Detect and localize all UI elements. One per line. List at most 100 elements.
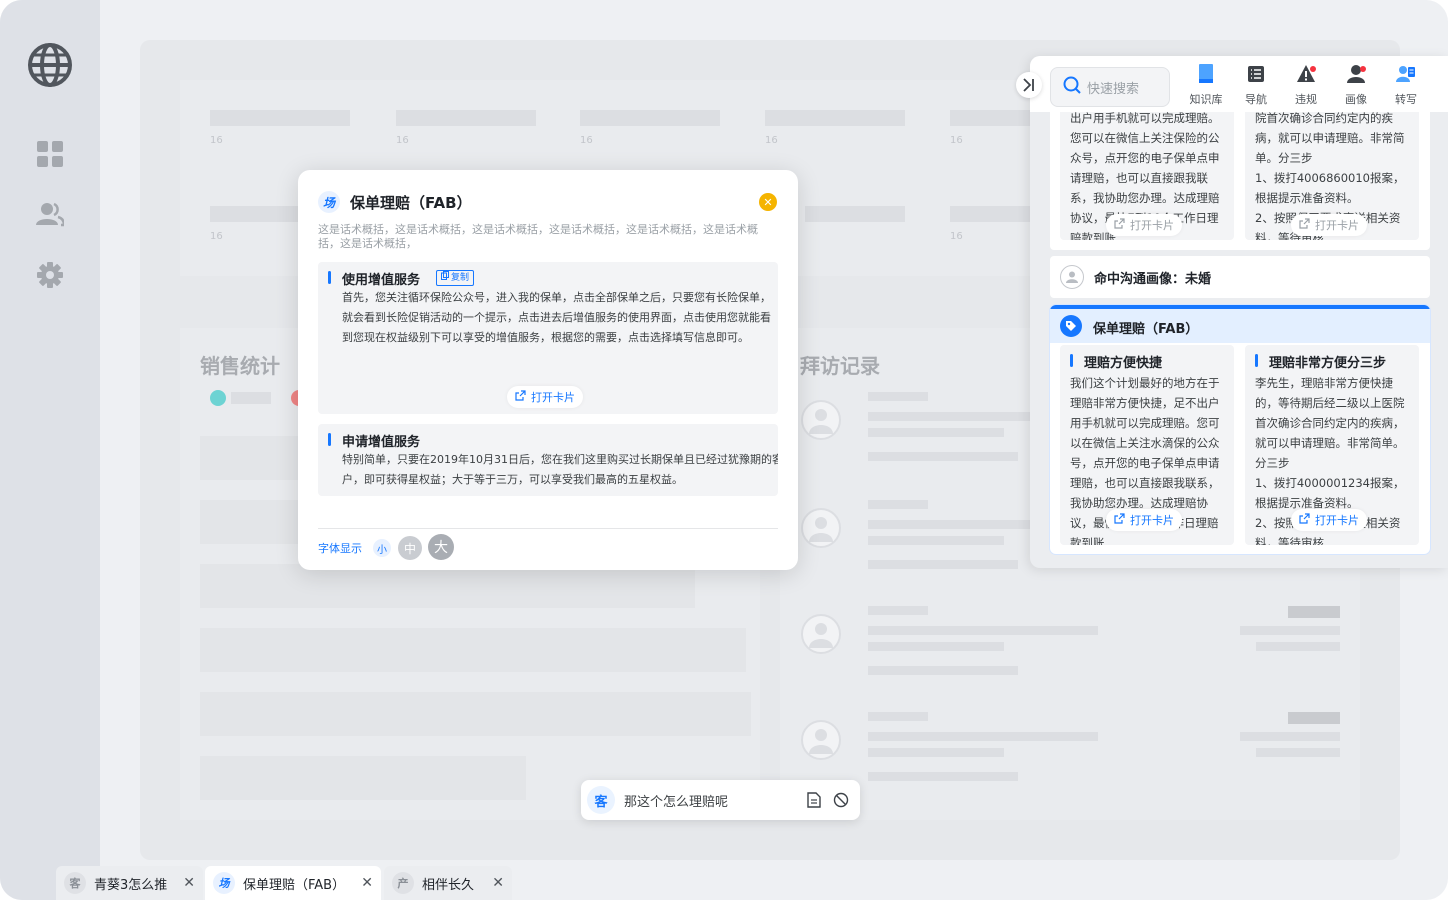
avatar-placeholder <box>801 508 841 548</box>
text-placeholder <box>1240 732 1340 741</box>
scene-badge-icon: 场 <box>213 872 235 894</box>
customer-message-bubble: 客 那这个怎么理赔呢 <box>581 780 860 820</box>
bar-placeholder <box>200 692 751 736</box>
text-placeholder <box>868 666 1018 675</box>
visit-records-title: 拜访记录 <box>800 354 880 378</box>
tag-icon <box>1060 315 1082 337</box>
tool-navigation[interactable]: 导航 <box>1231 64 1281 107</box>
tool-transcribe[interactable]: 转写 <box>1381 64 1431 107</box>
close-icon[interactable]: ✕ <box>492 875 504 891</box>
point-accent-bar <box>1255 354 1258 367</box>
open-card-button[interactable]: 打开卡片 <box>1106 509 1182 531</box>
stat-placeholder <box>950 110 1030 126</box>
text-placeholder <box>868 642 1004 651</box>
text-placeholder <box>868 428 1004 437</box>
stat-value: 16 <box>950 231 963 242</box>
text-placeholder <box>868 606 928 615</box>
point-text: 首先，您关注循环保险公众号，进入我的保单，点击全部保单之后，只要您有长险保单，就… <box>342 291 771 344</box>
script-mini-card: 理赔方便快捷 我们这个计划最好的地方在于理赔非常方便快捷，足不出户用手机就可以完… <box>1060 345 1234 545</box>
close-icon[interactable]: ✕ <box>183 875 195 891</box>
tool-label: 知识库 <box>1189 93 1223 106</box>
stat-placeholder <box>580 110 720 126</box>
text-placeholder <box>1240 626 1340 635</box>
script-point-card: 使用增值服务 复制 首先，您关注循环保险公众号，进入我的保单，点击全部保单之后，… <box>318 262 778 414</box>
tool-label: 画像 <box>1345 93 1367 106</box>
tool-label: 导航 <box>1245 93 1267 106</box>
stat-placeholder <box>396 110 536 126</box>
tool-label: 转写 <box>1395 93 1417 106</box>
script-mini-card: 院首次确诊合同约定内的疾病，就可以申请理赔。非常简单。分三步 1、拨打40068… <box>1245 106 1419 240</box>
person-icon <box>1060 265 1084 289</box>
tool-knowledge-base[interactable]: 知识库 <box>1181 64 1231 107</box>
text-placeholder <box>868 748 1004 757</box>
open-card-label: 打开卡片 <box>1315 514 1359 527</box>
stat-placeholder <box>210 206 310 222</box>
users-icon[interactable] <box>0 201 100 227</box>
settings-gear-icon[interactable] <box>0 262 100 288</box>
open-card-icon <box>1114 513 1125 527</box>
list-icon <box>1247 64 1265 87</box>
close-icon[interactable]: ✕ <box>759 193 777 211</box>
bottom-tab[interactable]: 产 相伴长久 ✕ <box>384 866 512 900</box>
search-placeholder: 快速搜索 <box>1087 81 1140 97</box>
font-size-small-button[interactable]: 小 <box>373 539 391 557</box>
open-card-label: 打开卡片 <box>1130 514 1174 527</box>
book-icon <box>1197 64 1215 87</box>
text-placeholder <box>868 732 1098 741</box>
document-icon[interactable] <box>807 792 821 812</box>
collapse-panel-icon[interactable] <box>1016 72 1042 98</box>
copy-button[interactable]: 复制 <box>436 270 475 286</box>
bottom-tab[interactable]: 客 青葵3怎么推 ✕ <box>56 866 203 900</box>
popup-title: 保单理赔（FAB） <box>350 194 472 212</box>
tool-violation[interactable]: 违规 <box>1281 64 1331 107</box>
open-card-button[interactable]: 打开卡片 <box>1291 214 1367 236</box>
portrait-hit-row: 命中沟通画像：未婚 <box>1050 256 1430 298</box>
quick-search-input[interactable]: 快速搜索 <box>1050 67 1170 107</box>
font-size-label: 字体显示 <box>318 542 362 555</box>
stat-value: 16 <box>580 135 593 146</box>
card-title: 理赔方便快捷 <box>1084 356 1163 371</box>
stat-value: 16 <box>210 231 223 242</box>
block-icon[interactable] <box>833 792 849 812</box>
close-icon[interactable]: ✕ <box>361 875 373 891</box>
open-card-button[interactable]: 打开卡片 <box>1291 509 1367 531</box>
fab-header[interactable]: 保单理赔（FAB） <box>1050 309 1430 343</box>
open-card-button[interactable]: 打开卡片 <box>1106 214 1182 236</box>
open-card-icon <box>1299 513 1310 527</box>
text-placeholder <box>1256 748 1340 757</box>
app-window: 16 16 16 16 16 16 16 销售统计 拜访记录 场 保单理赔（FA… <box>0 0 1448 900</box>
stat-placeholder <box>765 110 905 126</box>
fab-script-popup: 场 保单理赔（FAB） ✕ 这是话术概括，这是话术概括，这是话术概括，这是话术概… <box>298 170 798 570</box>
copy-label: 复制 <box>451 273 470 283</box>
text-placeholder <box>868 712 928 721</box>
text-placeholder <box>868 392 928 401</box>
dashboard-icon[interactable] <box>0 141 100 167</box>
divider <box>318 528 778 529</box>
point-accent-bar <box>1070 354 1073 367</box>
point-title: 使用增值服务 <box>342 273 421 288</box>
script-summary: 这是话术概括，这是话术概括，这是话术概括，这是话术概括，这是话术概括，这是话术概… <box>318 223 758 250</box>
bottom-tab-active[interactable]: 场 保单理赔（FAB） ✕ <box>205 866 381 900</box>
notification-dot <box>1310 66 1316 72</box>
status-placeholder <box>1288 606 1340 618</box>
text-placeholder <box>868 452 1018 461</box>
font-size-medium-button[interactable]: 中 <box>398 536 422 560</box>
open-card-button[interactable]: 打开卡片 <box>507 386 583 408</box>
stat-placeholder <box>950 206 1030 222</box>
font-size-large-button[interactable]: 大 <box>428 534 454 560</box>
stat-value: 16 <box>210 135 223 146</box>
customer-badge: 客 <box>587 786 615 814</box>
notification-dot <box>1360 66 1366 72</box>
tab-label: 保单理赔（FAB） <box>243 877 346 893</box>
stat-value: 16 <box>396 135 409 146</box>
stat-value: 16 <box>950 135 963 146</box>
tool-portrait[interactable]: 画像 <box>1331 64 1381 107</box>
avatar-placeholder <box>801 400 841 440</box>
status-placeholder <box>1288 712 1340 724</box>
card-title: 理赔非常方便分三步 <box>1269 356 1387 371</box>
globe-icon[interactable] <box>0 42 100 88</box>
open-card-icon <box>515 390 526 404</box>
open-card-icon <box>1114 218 1125 232</box>
avatar-placeholder <box>801 720 841 760</box>
point-accent-bar <box>328 433 331 446</box>
